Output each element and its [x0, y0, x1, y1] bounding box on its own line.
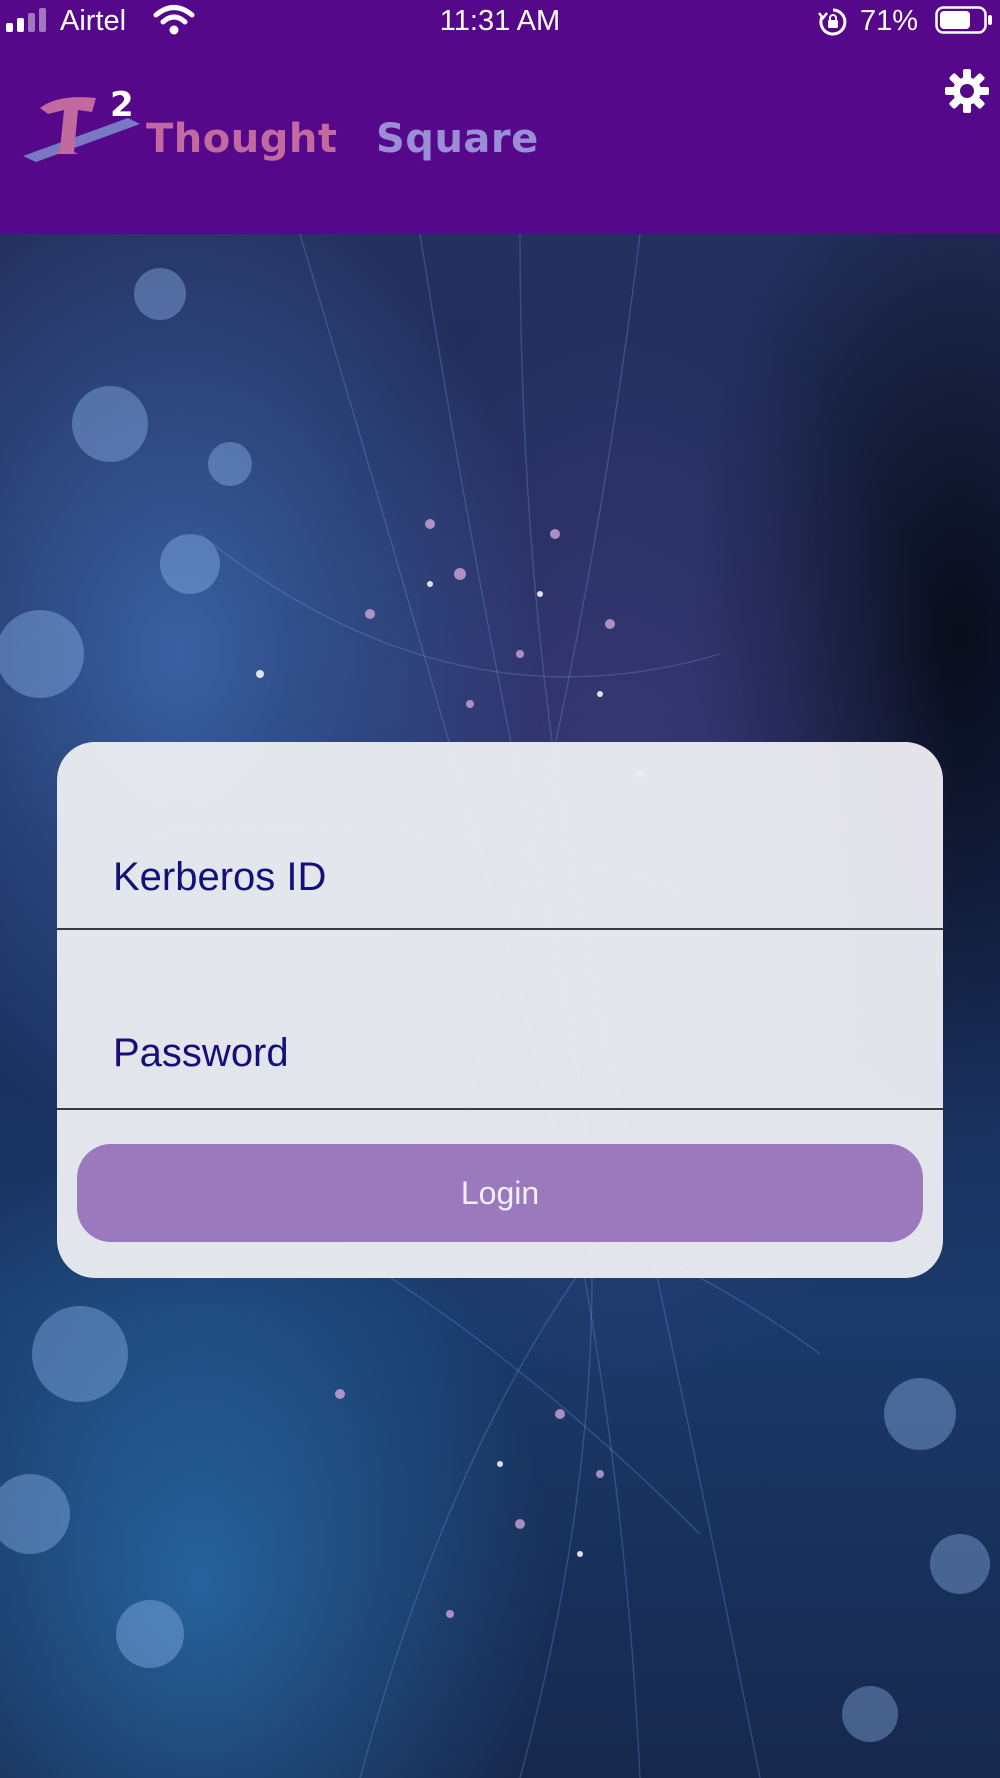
- svg-text:2: 2: [110, 86, 134, 125]
- battery-icon: [935, 6, 992, 34]
- app-header: Airtel 11:31 AM 71% 2 Thought Square: [0, 0, 1000, 234]
- logo-mark-icon: 2: [23, 86, 140, 162]
- gear-icon[interactable]: [944, 68, 990, 114]
- logo-word-thought: Thought: [146, 116, 338, 162]
- kerberos-id-input[interactable]: [113, 852, 893, 902]
- login-card: Login: [57, 742, 943, 1278]
- logo-word-square: Square: [376, 116, 539, 162]
- battery-percent: 71%: [860, 5, 919, 37]
- status-time: 11:31 AM: [439, 5, 561, 37]
- thought-square-logo: 2 Thought Square: [18, 86, 538, 176]
- password-field: [57, 942, 943, 1110]
- login-button[interactable]: Login: [77, 1144, 923, 1242]
- rotation-lock-icon: [818, 8, 847, 36]
- password-input[interactable]: [113, 1028, 893, 1078]
- kerberos-id-field: [57, 852, 943, 930]
- status-bar: Airtel 11:31 AM 71%: [0, 0, 1000, 44]
